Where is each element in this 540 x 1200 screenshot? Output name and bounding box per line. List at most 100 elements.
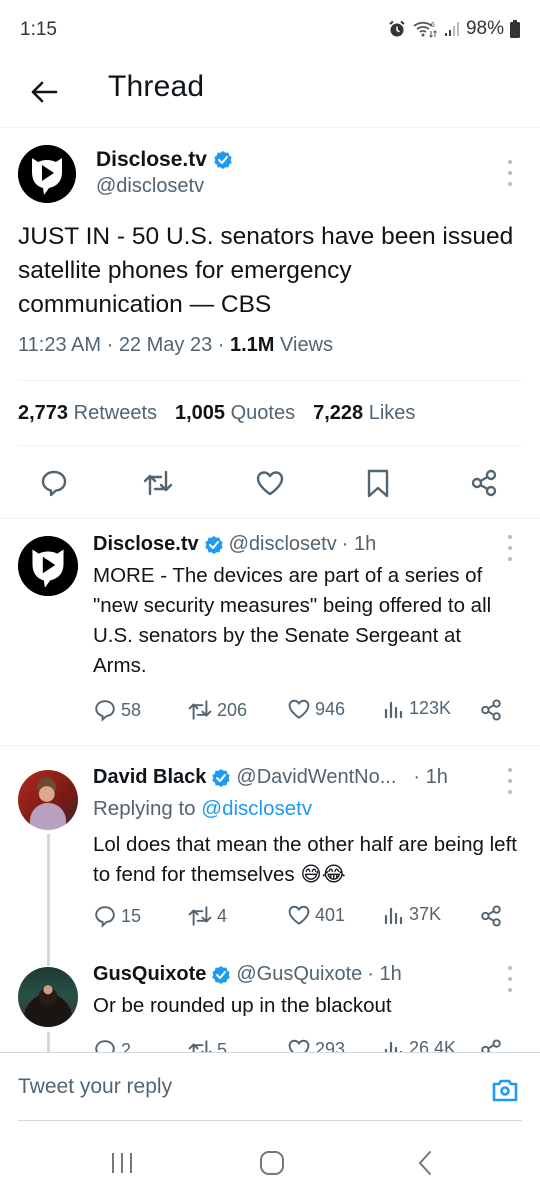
share-button[interactable] bbox=[464, 463, 504, 503]
like-count: 946 bbox=[315, 698, 346, 719]
reply-icon bbox=[95, 1040, 115, 1052]
views-icon bbox=[384, 907, 403, 924]
reply-count: 58 bbox=[121, 699, 142, 720]
tweet-meta: 11:23 AM · 22 May 23 · 1.1M Views bbox=[18, 334, 334, 356]
reply-header: GusQuixote @GusQuixote · 1h bbox=[93, 963, 402, 986]
author-name[interactable]: Disclose.tv bbox=[96, 148, 207, 172]
like-count: 293 bbox=[315, 1038, 346, 1053]
author-handle[interactable]: @DavidWentNo... bbox=[236, 766, 396, 789]
more-options-icon[interactable] bbox=[506, 160, 514, 186]
share-button[interactable] bbox=[479, 904, 503, 928]
more-options-icon[interactable] bbox=[506, 966, 514, 992]
tweet-actions bbox=[0, 463, 540, 503]
retweet-icon bbox=[188, 700, 212, 720]
tweet-text: MORE - The devices are part of a series … bbox=[93, 564, 492, 677]
verified-badge-icon bbox=[214, 151, 232, 169]
tweet-text: JUST IN - 50 U.S. senators have been iss… bbox=[18, 223, 514, 318]
system-nav-bar bbox=[0, 1122, 540, 1200]
reply-icon bbox=[95, 906, 115, 928]
home-button[interactable] bbox=[252, 1148, 292, 1178]
views-icon bbox=[384, 1041, 403, 1052]
divider bbox=[18, 445, 522, 446]
reply-count: 15 bbox=[121, 905, 142, 926]
reply-button[interactable] bbox=[34, 463, 74, 503]
retweet-count: 4 bbox=[217, 905, 228, 926]
tweet-text: Or be rounded up in the blackout bbox=[93, 994, 392, 1017]
share-icon bbox=[481, 1039, 501, 1052]
retweets-stat[interactable]: 2,773 Retweets bbox=[18, 402, 157, 425]
likes-stat[interactable]: 7,228 Likes bbox=[313, 402, 415, 425]
views-button[interactable]: 123K bbox=[383, 698, 451, 719]
tweet-actions: 2 5 293 26.4K bbox=[93, 1038, 513, 1052]
retweet-button[interactable] bbox=[138, 463, 178, 503]
more-options-icon[interactable] bbox=[506, 768, 514, 794]
tweet-time: · 1h bbox=[413, 766, 448, 788]
views-label[interactable]: Views bbox=[280, 334, 333, 356]
views-count: 1.1M bbox=[229, 334, 275, 356]
reply-button[interactable]: 58 bbox=[93, 698, 141, 722]
quotes-stat[interactable]: 1,005 Quotes bbox=[175, 402, 295, 425]
share-button[interactable] bbox=[479, 1038, 503, 1052]
author-handle[interactable]: @GusQuixote bbox=[236, 963, 362, 986]
avatar[interactable] bbox=[18, 536, 78, 596]
like-button[interactable]: 946 bbox=[287, 698, 345, 720]
author-name[interactable]: Disclose.tv bbox=[93, 533, 199, 556]
avatar[interactable] bbox=[18, 967, 78, 1027]
engagement-stats: 2,773 Retweets 1,005 Quotes 7,228 Likes bbox=[18, 402, 415, 425]
thread-line bbox=[47, 956, 50, 966]
retweet-count: 206 bbox=[217, 699, 248, 720]
retweet-icon bbox=[188, 906, 212, 926]
divider bbox=[18, 380, 522, 381]
reply-composer bbox=[0, 1052, 540, 1122]
avatar[interactable] bbox=[18, 145, 76, 203]
camera-button[interactable] bbox=[490, 1075, 520, 1105]
author-name[interactable]: David Black bbox=[93, 766, 206, 789]
reply-input-underline bbox=[18, 1120, 522, 1121]
system-back-button[interactable] bbox=[405, 1148, 445, 1178]
share-icon bbox=[481, 905, 501, 927]
tweet-time: · 1h bbox=[367, 963, 402, 985]
likes-label: Likes bbox=[368, 402, 416, 424]
reply-tweet[interactable]: David Black @DavidWentNo... · 1h Replyin… bbox=[0, 746, 540, 956]
reply-tweet[interactable]: GusQuixote @GusQuixote · 1h Or be rounde… bbox=[0, 956, 540, 1052]
replying-to-link[interactable]: @disclosetv bbox=[201, 797, 312, 820]
like-button[interactable]: 293 bbox=[287, 1038, 345, 1052]
bookmark-button[interactable] bbox=[358, 463, 398, 503]
disclose-logo-icon bbox=[18, 536, 78, 596]
views-button[interactable]: 37K bbox=[383, 904, 441, 925]
verified-badge-icon bbox=[212, 768, 231, 787]
replying-to-label: Replying to bbox=[93, 797, 196, 820]
retweet-button[interactable]: 4 bbox=[187, 904, 227, 928]
thread-line bbox=[47, 1032, 50, 1052]
share-icon bbox=[481, 699, 501, 721]
retweet-button[interactable]: 206 bbox=[187, 698, 247, 722]
tweet-actions: 15 4 401 37K bbox=[93, 904, 513, 930]
more-options-icon[interactable] bbox=[506, 535, 514, 561]
retweet-button[interactable]: 5 bbox=[187, 1038, 227, 1052]
author-name[interactable]: GusQuixote bbox=[93, 963, 206, 986]
reply-tweet[interactable]: Disclose.tv @disclosetv · 1h MORE - The … bbox=[0, 519, 540, 745]
recent-apps-button[interactable] bbox=[102, 1148, 142, 1178]
verified-badge-icon bbox=[212, 965, 231, 984]
like-button[interactable] bbox=[250, 463, 290, 503]
quotes-count: 1,005 bbox=[175, 402, 226, 424]
reply-button[interactable]: 15 bbox=[93, 904, 141, 928]
verified-badge-icon bbox=[204, 535, 223, 554]
recent-apps-icon bbox=[112, 1153, 132, 1173]
views-button[interactable]: 26.4K bbox=[383, 1038, 456, 1052]
share-button[interactable] bbox=[479, 698, 503, 722]
tweet-time: · 1h bbox=[341, 533, 377, 555]
views-count: 26.4K bbox=[409, 1038, 457, 1052]
author-handle[interactable]: @disclosetv bbox=[229, 533, 337, 556]
avatar[interactable] bbox=[18, 770, 78, 830]
reply-icon bbox=[41, 470, 67, 497]
retweets-count: 2,773 bbox=[18, 402, 69, 424]
likes-count: 7,228 bbox=[313, 402, 364, 424]
like-button[interactable]: 401 bbox=[287, 904, 345, 926]
replying-to: Replying to @disclosetv bbox=[93, 794, 518, 824]
reply-input[interactable] bbox=[18, 1075, 458, 1099]
thread-scroll-area[interactable]: Disclose.tv @disclosetv JUST IN - 50 U.S… bbox=[0, 0, 540, 1052]
author-handle[interactable]: @disclosetv bbox=[96, 175, 204, 198]
back-icon bbox=[418, 1151, 431, 1175]
reply-button[interactable]: 2 bbox=[93, 1038, 131, 1052]
